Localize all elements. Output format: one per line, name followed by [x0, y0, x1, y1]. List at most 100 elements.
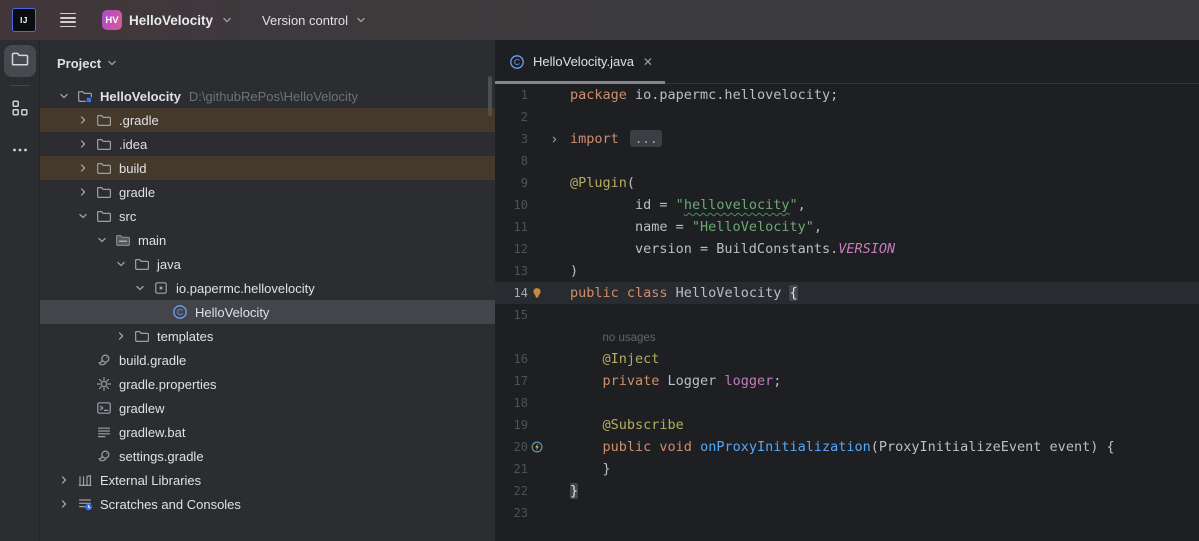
tool-window-stripe	[0, 40, 40, 541]
stripe-divider	[10, 85, 30, 86]
code-text: import ...	[562, 131, 662, 147]
tree-item-gradlew-bat[interactable]: gradlew.bat	[40, 420, 495, 444]
tree-item-build[interactable]: build	[40, 156, 495, 180]
code-text: }	[562, 483, 578, 499]
line-number: 2	[495, 110, 528, 124]
code-text: }	[562, 461, 611, 477]
fold-chevron-icon[interactable]	[546, 134, 562, 145]
code-line-23[interactable]: 23	[495, 502, 1199, 524]
chevron-down-icon[interactable]	[114, 257, 134, 271]
line-number: 14	[495, 286, 528, 300]
code-text: public class HelloVelocity {	[562, 285, 798, 301]
project-widget[interactable]: HV HelloVelocity	[102, 10, 234, 30]
line-number: 19	[495, 418, 528, 432]
code-line-19[interactable]: 19 @Subscribe	[495, 414, 1199, 436]
line-number: 18	[495, 396, 528, 410]
code-line-8[interactable]: 8	[495, 150, 1199, 172]
code-line-15[interactable]: 15	[495, 304, 1199, 326]
code-text: @Inject	[562, 351, 659, 367]
chevron-right-icon[interactable]	[57, 497, 77, 511]
tree-item-settings-gradle[interactable]: settings.gradle	[40, 444, 495, 468]
tree-item-label: main	[138, 233, 166, 248]
tree-item-build-gradle[interactable]: build.gradle	[40, 348, 495, 372]
tree-item-label: build	[119, 161, 146, 176]
code-text: package io.papermc.hellovelocity;	[562, 87, 838, 103]
chevron-down-icon[interactable]	[57, 89, 77, 103]
code-line-10[interactable]: 10 id = "hellovelocity",	[495, 194, 1199, 216]
code-line-21[interactable]: 21 }	[495, 458, 1199, 480]
close-icon[interactable]: ✕	[643, 56, 653, 68]
tree-item-external-libraries[interactable]: External Libraries	[40, 468, 495, 492]
tree-item-gradle[interactable]: gradle	[40, 180, 495, 204]
code-line-3[interactable]: 3 import ...	[495, 128, 1199, 150]
tree-item-hellovelocity[interactable]: CHelloVelocity	[40, 300, 495, 324]
code-line-1[interactable]: 1package io.papermc.hellovelocity;	[495, 84, 1199, 106]
chevron-down-icon[interactable]	[76, 209, 96, 223]
line-number: 13	[495, 264, 528, 278]
main-menu-button[interactable]	[56, 9, 80, 32]
chevron-right-icon[interactable]	[76, 113, 96, 127]
tree-item-label: gradlew	[119, 401, 165, 416]
usages-hint[interactable]: no usages	[603, 332, 656, 344]
tree-scrollbar-thumb[interactable]	[488, 76, 492, 116]
project-tool-button[interactable]	[4, 45, 36, 77]
event-gutter-icon[interactable]	[528, 441, 546, 453]
tree-item-src[interactable]: src	[40, 204, 495, 228]
tree-item-label: java	[157, 257, 181, 272]
chevron-right-icon[interactable]	[76, 137, 96, 151]
class-icon: C	[509, 54, 526, 70]
inlay-hint-line[interactable]: no usages	[495, 326, 1199, 348]
project-panel-title: Project	[57, 56, 101, 71]
code-line-2[interactable]: 2	[495, 106, 1199, 128]
tree-item-gradle-properties[interactable]: gradle.properties	[40, 372, 495, 396]
chevron-right-icon[interactable]	[57, 473, 77, 487]
tree-item-idea[interactable]: .idea	[40, 132, 495, 156]
chevron-down-icon[interactable]	[95, 233, 115, 247]
tree-item-label: build.gradle	[119, 353, 186, 368]
tree-item-label: io.papermc.hellovelocity	[176, 281, 315, 296]
tree-item-main[interactable]: main	[40, 228, 495, 252]
line-number: 3	[495, 132, 528, 146]
structure-tool-button[interactable]	[4, 94, 36, 126]
tree-item-java[interactable]: java	[40, 252, 495, 276]
tree-item-gradlew[interactable]: gradlew	[40, 396, 495, 420]
code-text: @Subscribe	[562, 417, 684, 433]
code-line-18[interactable]: 18	[495, 392, 1199, 414]
folder-icon	[134, 256, 151, 272]
tree-item-templates[interactable]: templates	[40, 324, 495, 348]
more-tool-windows-button[interactable]	[4, 136, 36, 168]
folder-icon	[96, 136, 113, 152]
project-panel-header[interactable]: Project	[40, 40, 495, 78]
tree-item-io-papermc-hellovelocity[interactable]: io.papermc.hellovelocity	[40, 276, 495, 300]
line-number: 9	[495, 176, 528, 190]
code-text: private Logger logger;	[562, 373, 781, 389]
code-line-9[interactable]: 9@Plugin(	[495, 172, 1199, 194]
chevron-right-icon[interactable]	[76, 185, 96, 199]
line-number: 12	[495, 242, 528, 256]
tree-item-hellovelocity[interactable]: HelloVelocityD:\githubRePos\HelloVelocit…	[40, 84, 495, 108]
package-icon	[153, 280, 170, 296]
vcs-widget[interactable]: Version control	[262, 13, 368, 28]
tree-item-scratches-and-consoles[interactable]: Scratches and Consoles	[40, 492, 495, 516]
chevron-right-icon[interactable]	[76, 161, 96, 175]
line-number: 11	[495, 220, 528, 234]
chevron-down-icon[interactable]	[133, 281, 153, 295]
code-line-20[interactable]: 20 public void onProxyInitialization(Pro…	[495, 436, 1199, 458]
line-number: 17	[495, 374, 528, 388]
gear-icon	[96, 376, 113, 392]
line-number: 15	[495, 308, 528, 322]
chevron-right-icon[interactable]	[114, 329, 134, 343]
tree-item-label: gradlew.bat	[119, 425, 186, 440]
code-line-13[interactable]: 13)	[495, 260, 1199, 282]
code-line-14[interactable]: 14 public class HelloVelocity {	[495, 282, 1199, 304]
code-line-22[interactable]: 22}	[495, 480, 1199, 502]
code-line-16[interactable]: 16 @Inject	[495, 348, 1199, 370]
plugin-gutter-icon[interactable]	[528, 287, 546, 299]
tree-item-gradle[interactable]: .gradle	[40, 108, 495, 132]
code-line-11[interactable]: 11 name = "HelloVelocity",	[495, 216, 1199, 238]
code-line-17[interactable]: 17 private Logger logger;	[495, 370, 1199, 392]
ide-window: IJ HV HelloVelocity Version control	[0, 0, 1199, 541]
code-line-12[interactable]: 12 version = BuildConstants.VERSION	[495, 238, 1199, 260]
tab-hellovelocity-java[interactable]: C HelloVelocity.java ✕	[495, 40, 665, 83]
code-editor[interactable]: 1package io.papermc.hellovelocity;23impo…	[495, 84, 1199, 541]
